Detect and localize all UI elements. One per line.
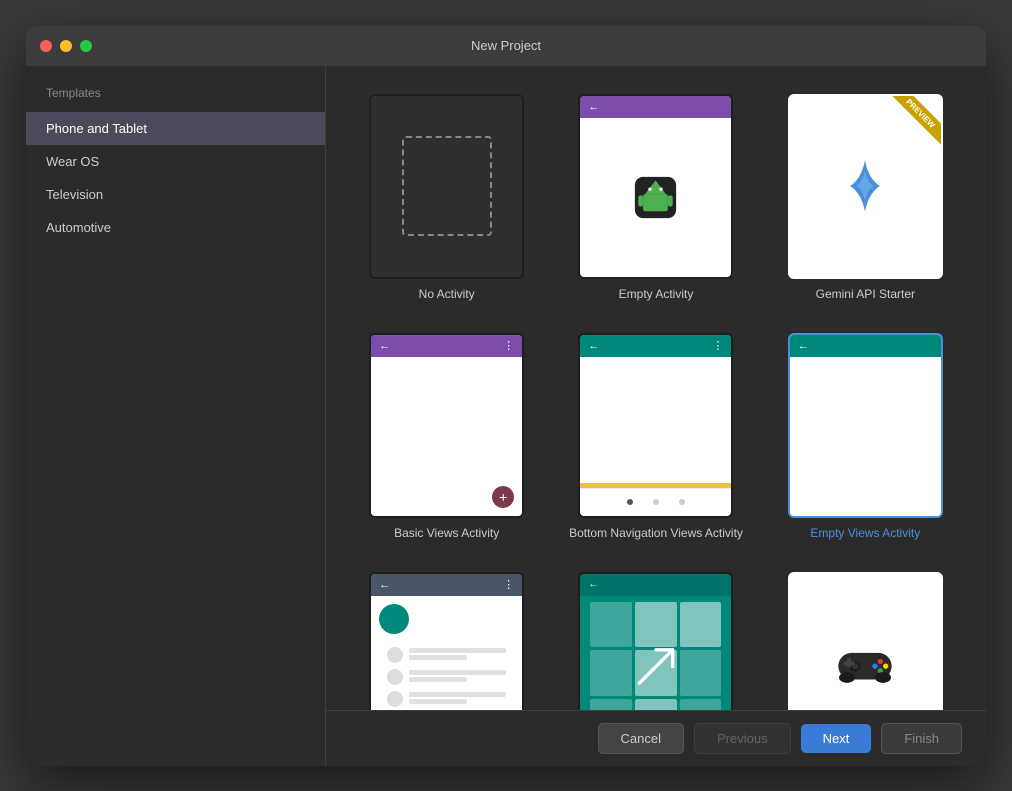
- empty-views-label: Empty Views Activity: [810, 526, 920, 540]
- gemini-preview: PREVIEW: [788, 94, 943, 279]
- sidebar-section-label: Templates: [26, 86, 325, 112]
- template-game-activity[interactable]: Game Activity: [769, 564, 962, 710]
- previous-button[interactable]: Previous: [694, 723, 791, 754]
- fab-icon: +: [492, 486, 514, 508]
- window-title: New Project: [471, 38, 541, 53]
- responsive-preview: ←: [578, 572, 733, 710]
- titlebar: New Project: [26, 26, 986, 66]
- game-preview: [788, 572, 943, 710]
- template-basic-views-activity[interactable]: ← ⋮ + Basic Views Activity: [350, 325, 543, 548]
- sidebar-item-phone-tablet[interactable]: Phone and Tablet: [26, 112, 325, 145]
- minimize-button[interactable]: [60, 40, 72, 52]
- empty-activity-label: Empty Activity: [619, 287, 694, 301]
- preview-badge: PREVIEW: [881, 96, 941, 156]
- no-activity-preview: [369, 94, 524, 279]
- responsive-arrow-icon: [631, 642, 681, 692]
- dialog-footer: Cancel Previous Next Finish: [326, 710, 986, 766]
- close-button[interactable]: [40, 40, 52, 52]
- template-main-area: No Activity ←: [326, 66, 986, 766]
- template-empty-views-activity[interactable]: ← Empty Views Activity: [769, 325, 962, 548]
- sidebar-item-automotive[interactable]: Automotive: [26, 211, 325, 244]
- template-grid-area: No Activity ←: [326, 66, 986, 710]
- basic-views-preview: ← ⋮ +: [369, 333, 524, 518]
- main-content: Templates Phone and Tablet Wear OS Telev…: [26, 66, 986, 766]
- gamepad-icon: [835, 642, 895, 687]
- empty-activity-preview: ←: [578, 94, 733, 279]
- sidebar-item-television[interactable]: Television: [26, 178, 325, 211]
- template-gemini-api-starter[interactable]: PREVIEW Gemini API Starter: [769, 86, 962, 309]
- basic-views-label: Basic Views Activity: [394, 526, 499, 540]
- template-bottom-nav-activity[interactable]: ← ⋮: [559, 325, 752, 548]
- new-project-window: New Project Templates Phone and Tablet W…: [26, 26, 986, 766]
- next-button[interactable]: Next: [801, 724, 872, 753]
- bottom-nav-preview: ← ⋮: [578, 333, 733, 518]
- sidebar-item-wear-os[interactable]: Wear OS: [26, 145, 325, 178]
- scrollable-preview: ← ⋮: [369, 572, 524, 710]
- template-no-activity[interactable]: No Activity: [350, 86, 543, 309]
- empty-views-preview: ←: [788, 333, 943, 518]
- cancel-button[interactable]: Cancel: [598, 723, 684, 754]
- dashed-rect-icon: [402, 136, 492, 236]
- maximize-button[interactable]: [80, 40, 92, 52]
- no-activity-label: No Activity: [419, 287, 475, 301]
- finish-button[interactable]: Finish: [881, 723, 962, 754]
- template-full-scrollable-activity[interactable]: ← ⋮: [350, 564, 543, 710]
- gemini-star-icon: [835, 156, 895, 216]
- gemini-api-starter-label: Gemini API Starter: [816, 287, 915, 301]
- template-responsive-activity[interactable]: ←: [559, 564, 752, 710]
- traffic-lights: [40, 40, 92, 52]
- template-empty-activity[interactable]: ←: [559, 86, 752, 309]
- sidebar: Templates Phone and Tablet Wear OS Telev…: [26, 66, 326, 766]
- template-grid: No Activity ←: [350, 86, 962, 710]
- android-logo-icon: [628, 170, 683, 225]
- bottom-nav-views-label: Bottom Navigation Views Activity: [569, 526, 743, 540]
